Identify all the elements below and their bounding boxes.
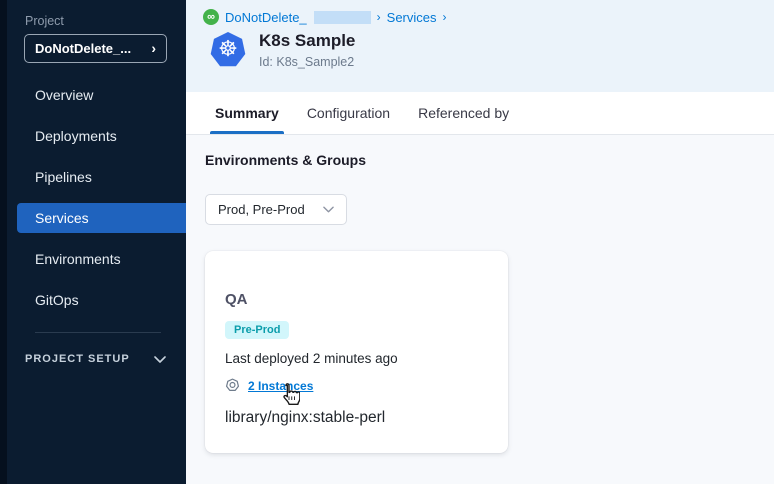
environment-filter-value: Prod, Pre-Prod xyxy=(218,202,305,217)
text-selection-highlight xyxy=(314,11,371,24)
environment-name: QA xyxy=(225,291,488,308)
chevron-down-icon xyxy=(323,206,334,213)
sidebar-divider xyxy=(35,332,161,333)
harness-deployments-icon: ∞ xyxy=(203,9,219,25)
chevron-down-icon xyxy=(154,356,166,363)
tab-configuration[interactable]: Configuration xyxy=(302,92,395,134)
tab-summary[interactable]: Summary xyxy=(210,92,284,134)
sidebar-item-services[interactable]: Services xyxy=(17,203,186,233)
last-deployed-text: Last deployed 2 minutes ago xyxy=(225,351,488,366)
breadcrumb-separator: › xyxy=(443,10,447,24)
main-panel: ∞ DoNotDelete_ › Services › ☸ K8s Sample… xyxy=(186,0,774,484)
sidebar-item-pipelines[interactable]: Pipelines xyxy=(17,162,186,192)
breadcrumb-project-link[interactable]: DoNotDelete_ xyxy=(225,10,307,25)
breadcrumb: ∞ DoNotDelete_ › Services › xyxy=(203,8,774,26)
project-setup-label: PROJECT SETUP xyxy=(25,353,130,365)
instances-link[interactable]: 2 Instances xyxy=(248,379,313,393)
environment-filter-dropdown[interactable]: Prod, Pre-Prod xyxy=(205,194,347,225)
app-window: Project DoNotDelete_... › Overview Deplo… xyxy=(0,0,774,484)
sidebar-item-environments[interactable]: Environments xyxy=(17,244,186,274)
tab-bar: Summary Configuration Referenced by xyxy=(186,92,774,135)
artifact-name: library/nginx:stable-perl xyxy=(225,409,488,427)
breadcrumb-separator: › xyxy=(377,10,381,24)
chevron-right-icon: › xyxy=(151,41,156,55)
service-id: Id: K8s_Sample2 xyxy=(259,55,355,69)
sidebar-item-overview[interactable]: Overview xyxy=(17,80,186,110)
project-setup-toggle[interactable]: PROJECT SETUP xyxy=(25,347,166,371)
left-rail xyxy=(0,0,7,484)
project-selector-value: DoNotDelete_... xyxy=(35,41,131,56)
instances-row: 2 Instances xyxy=(225,378,488,393)
environment-card: QA Pre-Prod Last deployed 2 minutes ago … xyxy=(205,251,508,453)
sidebar-nav: Overview Deployments Pipelines Services … xyxy=(7,80,186,315)
instances-icon xyxy=(225,378,240,393)
project-selector[interactable]: DoNotDelete_... › xyxy=(24,34,167,63)
sidebar-item-deployments[interactable]: Deployments xyxy=(17,121,186,151)
section-title: Environments & Groups xyxy=(205,152,774,168)
page-title: K8s Sample xyxy=(259,31,355,51)
breadcrumb-services-link[interactable]: Services xyxy=(387,10,437,25)
project-label: Project xyxy=(25,14,186,28)
sidebar: Project DoNotDelete_... › Overview Deplo… xyxy=(7,0,186,484)
header-band: ∞ DoNotDelete_ › Services › ☸ K8s Sample… xyxy=(186,0,774,92)
service-header: ☸ K8s Sample Id: K8s_Sample2 xyxy=(210,31,774,69)
summary-content: Environments & Groups Prod, Pre-Prod QA … xyxy=(186,135,774,484)
sidebar-item-gitops[interactable]: GitOps xyxy=(17,285,186,315)
kubernetes-icon: ☸ xyxy=(210,32,246,68)
tab-referenced-by[interactable]: Referenced by xyxy=(413,92,514,134)
env-type-badge: Pre-Prod xyxy=(225,321,289,339)
kubernetes-wheel-glyph: ☸ xyxy=(218,38,238,60)
